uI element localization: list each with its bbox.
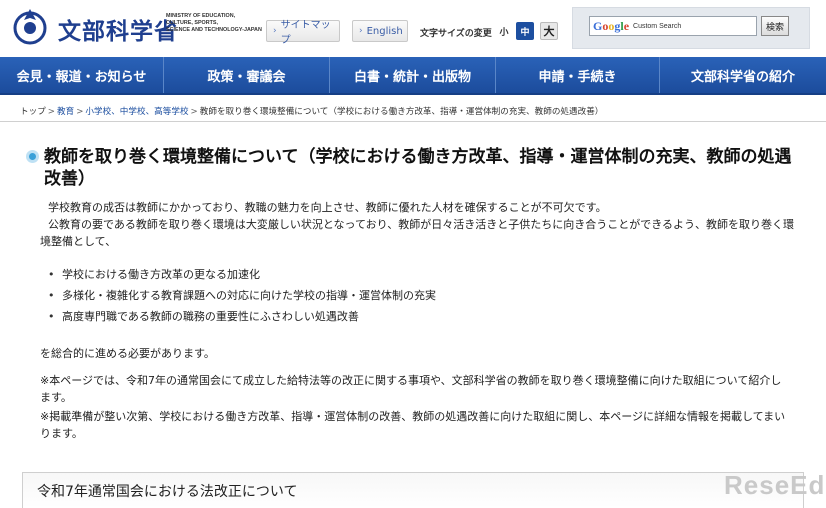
english-link[interactable]: › English bbox=[352, 20, 408, 42]
breadcrumb-separator: > bbox=[190, 107, 198, 117]
nav-item-policy[interactable]: 政策・審議会 bbox=[164, 57, 330, 93]
site-header: 文部科学省 MINISTRY OF EDUCATION, CULTURE, SP… bbox=[0, 0, 826, 57]
note-paragraph-1: ※本ページでは、令和7年の通常国会にて成立した給特法等の改正に関する事項や、文部… bbox=[40, 374, 782, 404]
intro-paragraph-1: 学校教育の成否は教師にかかっており、教職の魅力を向上させ、教師に優れた人材を確保… bbox=[48, 201, 607, 214]
ministry-name[interactable]: 文部科学省 bbox=[58, 12, 178, 46]
ministry-english-name: MINISTRY OF EDUCATION, CULTURE, SPORTS, … bbox=[166, 13, 276, 34]
heading-bullet-icon bbox=[26, 150, 39, 163]
breadcrumb-current: 教師を取り巻く環境整備について（学校における働き方改革、指導・運営体制の充実、教… bbox=[199, 107, 604, 117]
nav-item-press[interactable]: 会見・報道・お知らせ bbox=[0, 57, 164, 93]
breadcrumb-schools[interactable]: 小学校、中学校、高等学校 bbox=[85, 107, 188, 117]
ministry-english-line: MINISTRY OF EDUCATION, bbox=[166, 13, 236, 19]
chevron-right-icon: › bbox=[273, 26, 277, 36]
sitemap-label: サイトマップ bbox=[280, 20, 331, 46]
nav-item-about[interactable]: 文部科学省の紹介 bbox=[660, 57, 826, 93]
english-label: English bbox=[366, 25, 403, 37]
note-paragraph-2: ※掲載準備が整い次第、学校における働き方改革、指導・運営体制の改善、教師の処遇改… bbox=[40, 410, 786, 440]
divider bbox=[0, 121, 826, 122]
breadcrumb-separator: > bbox=[47, 107, 55, 117]
global-nav: 会見・報道・お知らせ 政策・審議会 白書・統計・出版物 申請・手続き 文部科学省… bbox=[0, 57, 826, 95]
section-header: 令和7年通常国会における法改正について bbox=[22, 472, 804, 508]
mext-logo-icon[interactable] bbox=[12, 6, 48, 46]
font-size-label: 文字サイズの変更 bbox=[420, 29, 492, 39]
nav-item-applications[interactable]: 申請・手続き bbox=[496, 57, 660, 93]
search-placeholder: Custom Search bbox=[633, 22, 682, 30]
nav-item-white-papers[interactable]: 白書・統計・出版物 bbox=[330, 57, 496, 93]
search-button[interactable]: 検索 bbox=[761, 16, 789, 36]
section-title: 令和7年通常国会における法改正について bbox=[37, 484, 298, 500]
google-logo: Google bbox=[593, 18, 630, 33]
breadcrumb-education[interactable]: 教育 bbox=[57, 107, 74, 117]
list-item: 多様化・複雑化する教育課題への対応に向けた学校の指導・運営体制の充実 bbox=[48, 285, 436, 306]
breadcrumb-top[interactable]: トップ bbox=[20, 107, 46, 117]
breadcrumb-separator: > bbox=[76, 107, 84, 117]
ministry-english-line: CULTURE, SPORTS, bbox=[166, 20, 219, 26]
search-input[interactable]: Google Custom Search bbox=[589, 16, 757, 36]
chevron-right-icon: › bbox=[359, 26, 363, 36]
watermark-logo: ReseEd bbox=[724, 470, 826, 500]
ministry-english-line: SCIENCE AND TECHNOLOGY-JAPAN bbox=[166, 27, 262, 33]
sitemap-link[interactable]: › サイトマップ bbox=[266, 20, 340, 46]
breadcrumb: トップ > 教育 > 小学校、中学校、高等学校 > 教師を取り巻く環境整備について（学校にお… bbox=[20, 105, 603, 117]
conclusion-text: を総合的に進める必要があります。 bbox=[40, 347, 215, 360]
font-size-large-button[interactable]: 大 bbox=[540, 22, 558, 40]
font-size-medium-button[interactable]: 中 bbox=[516, 22, 534, 40]
list-item: 学校における働き方改革の更なる加速化 bbox=[48, 264, 436, 285]
page-title: 教師を取り巻く環境整備について（学校における働き方改革、指導・運営体制の充実、教… bbox=[44, 147, 792, 189]
bullet-list: 学校における働き方改革の更なる加速化 多様化・複雑化する教育課題への対応に向けた… bbox=[48, 264, 436, 327]
search-area: Google Custom Search 検索 bbox=[572, 7, 810, 49]
list-item: 高度専門職である教師の職務の重要性にふさわしい処遇改善 bbox=[48, 306, 436, 327]
intro-paragraph-2: 公教育の要である教師を取り巻く環境は大変厳しい状況となっており、教師が日々活き活… bbox=[40, 218, 795, 248]
font-size-small-button[interactable]: 小 bbox=[497, 22, 511, 40]
